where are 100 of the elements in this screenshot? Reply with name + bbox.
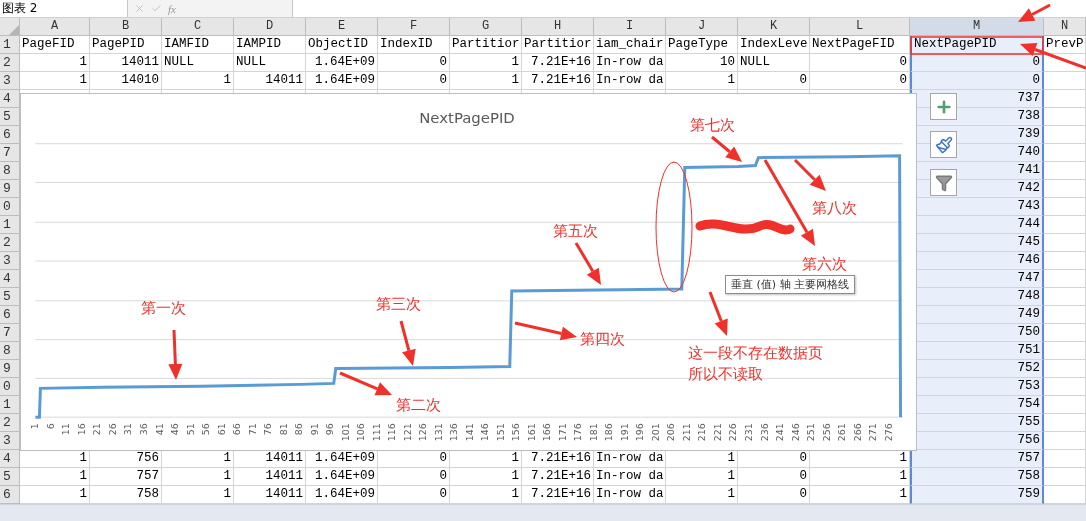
- axis-label: 171: [556, 423, 568, 442]
- cell: 1: [162, 468, 234, 486]
- column-header[interactable]: I: [594, 18, 666, 36]
- cell: 14011: [234, 468, 306, 486]
- cell: 0: [738, 486, 810, 504]
- row-header[interactable]: 9: [0, 180, 20, 198]
- cell: 0: [810, 72, 910, 90]
- cell: 1.64E+09: [306, 72, 378, 90]
- arrow: [514, 321, 577, 341]
- arrow: [574, 242, 601, 285]
- row-header[interactable]: 1: [0, 216, 20, 234]
- formula-field[interactable]: [291, 0, 1086, 17]
- axis-label: 246: [789, 423, 801, 442]
- axis-label: 191: [618, 423, 630, 442]
- row-header[interactable]: 6: [0, 306, 20, 324]
- axis-label: 261: [836, 423, 848, 442]
- cell: 1: [810, 468, 910, 486]
- row-header[interactable]: 2: [0, 54, 20, 72]
- cell: 0: [378, 468, 450, 486]
- row-header[interactable]: 0: [0, 198, 20, 216]
- cell: 759: [910, 486, 1044, 504]
- annotation-text: 第六次: [802, 255, 847, 272]
- axis-label: 216: [696, 423, 708, 442]
- row-header[interactable]: 2: [0, 414, 20, 432]
- column-header[interactable]: M: [910, 18, 1044, 36]
- cell: IAMFID: [162, 36, 234, 54]
- cell: In-row da: [594, 486, 666, 504]
- select-all-corner[interactable]: [0, 18, 20, 36]
- style-button[interactable]: [930, 131, 957, 158]
- cell: 1: [450, 54, 522, 72]
- axis-label: 76: [262, 423, 274, 436]
- column-header[interactable]: J: [666, 18, 738, 36]
- row-header[interactable]: 6: [0, 486, 20, 504]
- row-header[interactable]: 8: [0, 162, 20, 180]
- cell: 1: [20, 486, 90, 504]
- column-header[interactable]: E: [306, 18, 378, 36]
- name-box[interactable]: 图表 2: [0, 0, 128, 17]
- row-header[interactable]: 4: [0, 450, 20, 468]
- triangle-icon: [9, 25, 19, 35]
- column-header[interactable]: K: [738, 18, 810, 36]
- cell: 14010: [90, 72, 162, 90]
- axis-label: 41: [153, 423, 165, 436]
- cell: PageFID: [20, 36, 90, 54]
- cell: PagePID: [90, 36, 162, 54]
- axis-label: 166: [541, 423, 553, 442]
- axis-label: 201: [649, 423, 661, 442]
- row-header[interactable]: 9: [0, 360, 20, 378]
- cell: 0: [738, 468, 810, 486]
- row-header[interactable]: 3: [0, 72, 20, 90]
- cell: Partitior: [450, 36, 522, 54]
- row-header[interactable]: 6: [0, 126, 20, 144]
- axis-label: 181: [587, 423, 599, 442]
- row-header[interactable]: 7: [0, 144, 20, 162]
- cell: 1: [666, 468, 738, 486]
- axis-label: 221: [712, 423, 723, 442]
- row-header[interactable]: 3: [0, 252, 20, 270]
- row-header[interactable]: 8: [0, 342, 20, 360]
- column-header[interactable]: A: [20, 18, 90, 36]
- cell: In-row da: [594, 72, 666, 90]
- row-header[interactable]: 5: [0, 288, 20, 306]
- annotation-text: 这一段不存在数据页 所以不读取: [688, 344, 823, 382]
- annotation-text: 第一次: [141, 299, 186, 316]
- column-header[interactable]: F: [378, 18, 450, 36]
- row-header[interactable]: 4: [0, 90, 20, 108]
- column-header[interactable]: D: [234, 18, 306, 36]
- cancel-icon[interactable]: [134, 3, 145, 14]
- row-header[interactable]: 2: [0, 234, 20, 252]
- row-header[interactable]: 1: [0, 36, 20, 54]
- axis-label: 86: [293, 423, 305, 436]
- axis-label: 56: [200, 423, 212, 436]
- add-element-button[interactable]: [930, 93, 957, 120]
- row-header[interactable]: 1: [0, 396, 20, 414]
- filter-button[interactable]: [930, 169, 957, 196]
- column-header[interactable]: B: [90, 18, 162, 36]
- row-header[interactable]: 5: [0, 108, 20, 126]
- axis-label: 61: [215, 423, 227, 436]
- cell: 1.64E+09: [306, 486, 378, 504]
- cell: IndexID: [378, 36, 450, 54]
- axis-label: 1: [29, 423, 41, 430]
- column-header[interactable]: H: [522, 18, 594, 36]
- column-header[interactable]: G: [450, 18, 522, 36]
- cell: NULL: [162, 54, 234, 72]
- axis-label: 111: [370, 423, 382, 442]
- row-header[interactable]: 0: [0, 378, 20, 396]
- row-header[interactable]: 3: [0, 432, 20, 450]
- axis-label: 96: [324, 423, 336, 436]
- row-header[interactable]: 5: [0, 468, 20, 486]
- column-header[interactable]: N: [1044, 18, 1086, 36]
- cell: 7.21E+16: [522, 54, 594, 72]
- row-header[interactable]: 4: [0, 270, 20, 288]
- chart-area[interactable]: [20, 93, 917, 451]
- axis-label: 46: [169, 423, 181, 436]
- column-header[interactable]: C: [162, 18, 234, 36]
- axis-label: 21: [91, 423, 103, 436]
- axis-label: 271: [867, 423, 879, 442]
- axis-label: 131: [432, 423, 444, 442]
- enter-icon[interactable]: [151, 3, 162, 14]
- cell: 0: [378, 54, 450, 72]
- column-header[interactable]: L: [810, 18, 910, 36]
- row-header[interactable]: 7: [0, 324, 20, 342]
